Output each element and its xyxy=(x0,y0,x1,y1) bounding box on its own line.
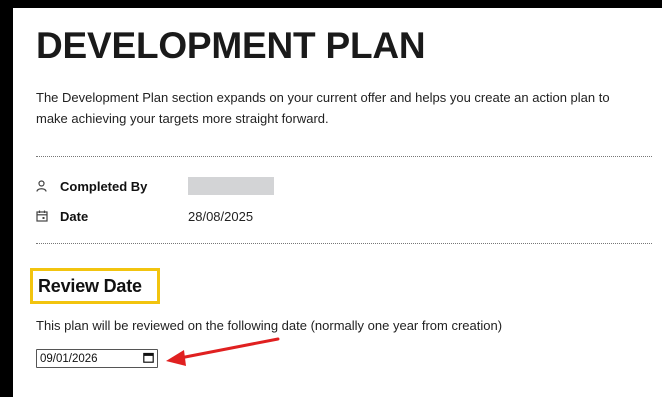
divider-top xyxy=(36,156,652,157)
completed-by-label: Completed By xyxy=(60,178,148,194)
review-date-input[interactable]: 09/01/2026 xyxy=(36,349,158,368)
date-label: Date xyxy=(60,208,89,224)
date-row: Date 28/08/2025 xyxy=(36,206,253,226)
calendar-icon xyxy=(36,210,52,222)
completed-by-row: Completed By xyxy=(36,176,274,196)
review-date-description: This plan will be reviewed on the follow… xyxy=(36,318,503,333)
screen-border-top xyxy=(0,0,662,8)
person-icon xyxy=(36,180,52,192)
review-date-input-value: 09/01/2026 xyxy=(40,352,98,365)
completed-by-value-redacted xyxy=(188,177,274,195)
review-date-heading: Review Date xyxy=(38,276,142,296)
page-description: The Development Plan section expands on … xyxy=(36,90,610,126)
screen-border-left xyxy=(0,0,13,397)
annotation-arrow-icon xyxy=(166,337,280,366)
divider-bottom xyxy=(36,243,652,244)
page-title: DEVELOPMENT PLAN xyxy=(36,25,426,66)
calendar-picker-icon[interactable] xyxy=(143,352,154,366)
date-value: 28/08/2025 xyxy=(188,208,254,224)
